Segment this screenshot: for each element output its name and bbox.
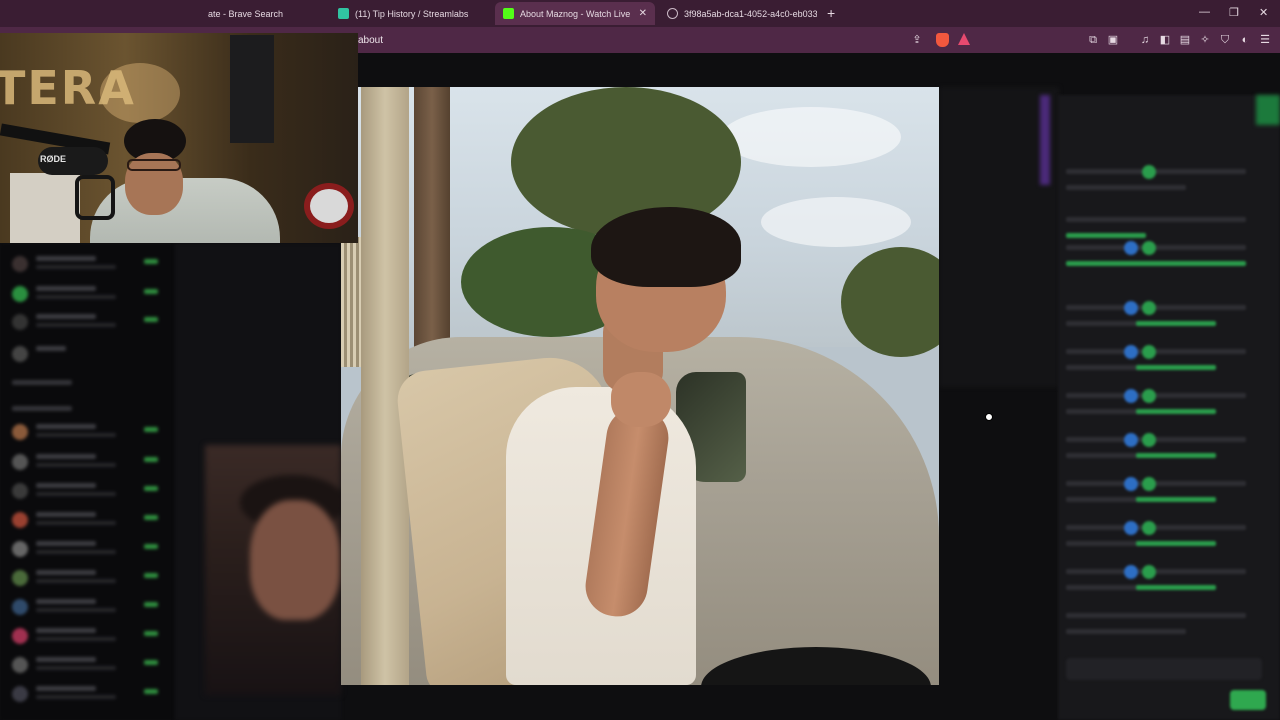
profile-icon[interactable]: ◐ [1239, 34, 1251, 46]
webcam-overlay: TERA RØDE [0, 33, 358, 243]
kick-favicon-icon [503, 8, 514, 19]
media-icon[interactable]: ♫ [1139, 34, 1151, 46]
sidebar-channel[interactable] [12, 684, 162, 706]
wallet-icon[interactable]: ▤ [1179, 34, 1191, 46]
chat-message [1066, 433, 1266, 467]
close-tab-icon[interactable]: ✕ [639, 8, 647, 19]
chat-message [1066, 521, 1266, 555]
tab-title: (11) Tip History / Streamlabs [355, 8, 469, 19]
tab-bar: ate - Brave Search (11) Tip History / St… [0, 0, 1280, 27]
section-heading [12, 406, 72, 411]
video-player[interactable] [341, 87, 939, 685]
tab-brave-search[interactable]: ate - Brave Search [208, 2, 318, 25]
sidebar-channel[interactable] [12, 254, 162, 276]
tab-title: About Maznog - Watch Live on [520, 8, 631, 19]
chat-input[interactable] [1066, 658, 1262, 680]
extensions-icon[interactable]: ⧉ [1087, 34, 1099, 46]
sidebar-channel[interactable] [12, 452, 162, 474]
mouse-cursor-icon [985, 413, 993, 421]
chat-message [1066, 609, 1266, 643]
chat-accent [1256, 95, 1280, 125]
tab-icon[interactable]: ▣ [1107, 34, 1119, 46]
chat-message [1066, 565, 1266, 599]
chat-message [1066, 389, 1266, 423]
vpn-icon[interactable]: ⛉ [1219, 34, 1231, 46]
tab-maznog-twitch[interactable]: About Maznog - Watch Live on ✕ [495, 2, 655, 25]
helmet [304, 183, 354, 229]
screen: ate - Brave Search (11) Tip History / St… [0, 0, 1280, 720]
sidebar-channel[interactable] [12, 626, 162, 648]
sidebar-channel[interactable] [12, 284, 162, 306]
guest-camera-preview [205, 445, 345, 695]
leo-icon[interactable]: ✧ [1199, 34, 1211, 46]
chat-send-button[interactable] [1230, 690, 1266, 710]
restore-icon[interactable]: ❐ [1229, 6, 1239, 19]
chat-message [1066, 301, 1266, 335]
sidebar-channel[interactable] [12, 655, 162, 677]
sidebar-channel[interactable] [12, 597, 162, 619]
mic-brand-label: RØDE [40, 154, 67, 164]
wall-sign-text: TERA [0, 61, 136, 115]
sidebar-channel[interactable] [12, 344, 162, 366]
url-text[interactable]: about [358, 35, 383, 46]
wall-poster [230, 35, 274, 143]
chat-message [1066, 165, 1266, 199]
close-window-icon[interactable]: ✕ [1259, 6, 1268, 19]
sidebar-channel[interactable] [12, 481, 162, 503]
sidebar-channel[interactable] [12, 510, 162, 532]
chat-message [1066, 345, 1266, 379]
share-icon[interactable]: ⇪ [911, 34, 923, 46]
panel-accent [1040, 95, 1050, 185]
minimize-icon[interactable]: — [1199, 6, 1210, 18]
tab-title: ate - Brave Search [208, 8, 284, 19]
brave-shields-icon[interactable] [936, 33, 949, 47]
tab-title: 3f98a5ab-dca1-4052-a4c0-eb0333c [684, 8, 817, 19]
streamlabs-favicon-icon [338, 8, 349, 19]
chat-panel [1058, 95, 1280, 720]
tab-uuid[interactable]: 3f98a5ab-dca1-4052-a4c0-eb0333c [667, 2, 817, 25]
chat-message [1066, 241, 1266, 275]
sidebar-icon[interactable]: ◧ [1159, 34, 1171, 46]
sidebar-channel[interactable] [12, 568, 162, 590]
sidebar-channel[interactable] [12, 539, 162, 561]
globe-icon [667, 8, 678, 19]
new-tab-button[interactable]: + [827, 5, 835, 21]
followed-channels-sidebar [0, 244, 175, 720]
tab-streamlabs[interactable]: (11) Tip History / Streamlabs [338, 2, 488, 25]
streamer-hoodie [90, 178, 280, 243]
chat-message [1066, 477, 1266, 511]
sidebar-channel[interactable] [12, 422, 162, 444]
section-heading [12, 380, 72, 385]
sidebar-channel[interactable] [12, 312, 162, 334]
menu-icon[interactable]: ☰ [1259, 34, 1271, 46]
brave-rewards-icon[interactable] [958, 33, 970, 45]
